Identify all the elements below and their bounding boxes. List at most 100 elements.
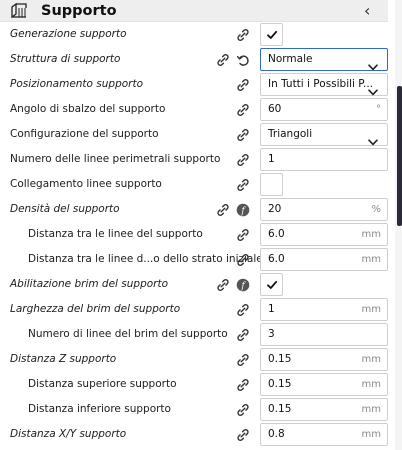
chevron-down-icon [368, 56, 378, 71]
setting-label: Distanza superiore supporto [28, 378, 177, 390]
setting-row: Distanza inferiore supporto 0.15 mm [0, 397, 392, 422]
setting-unit: mm [361, 354, 381, 365]
setting-checkbox[interactable] [260, 173, 283, 196]
setting-value: 1 [268, 153, 275, 165]
setting-dropdown[interactable]: In Tutti i Possibili P... [260, 73, 388, 96]
link-icon[interactable] [236, 252, 250, 266]
setting-row: Abilitazione brim del supporto f [0, 272, 392, 297]
setting-number-field[interactable]: 3 [260, 323, 388, 346]
chevron-down-icon [368, 81, 378, 96]
setting-value: Triangoli [268, 128, 313, 140]
function-icon[interactable]: f [236, 202, 250, 216]
function-icon[interactable]: f [236, 277, 250, 291]
setting-dropdown[interactable]: Normale [260, 48, 388, 71]
setting-label: Distanza tra le linee del supporto [28, 228, 203, 240]
setting-value: 0.8 [268, 428, 285, 440]
setting-number-field[interactable]: 60 ° [260, 98, 388, 121]
link-icon[interactable] [236, 377, 250, 391]
setting-checkbox[interactable] [260, 23, 283, 46]
setting-label: Densità del supporto [10, 203, 120, 215]
setting-value: 20 [268, 203, 282, 215]
setting-number-field[interactable]: 0.15 mm [260, 348, 388, 371]
setting-unit: mm [361, 254, 381, 265]
setting-row: Angolo di sbalzo del supporto 60 ° [0, 97, 392, 122]
setting-label: Collegamento linee supporto [10, 178, 162, 190]
setting-label: Distanza X/Y supporto [10, 428, 127, 440]
setting-row: Numero delle linee perimetrali supporto 1 [0, 147, 392, 172]
setting-value: 3 [268, 328, 275, 340]
setting-label: Distanza Z supporto [10, 353, 117, 365]
setting-label: Distanza tra le linee d...o dello strato… [28, 253, 263, 265]
setting-row: Distanza X/Y supporto 0.8 mm [0, 422, 392, 447]
setting-row: Distanza Z supporto 0.15 mm [0, 347, 392, 372]
setting-number-field[interactable]: 0.15 mm [260, 373, 388, 396]
section-header[interactable]: Supporto ‹ [0, 0, 388, 22]
setting-row: Generazione supporto [0, 22, 392, 47]
reset-icon[interactable] [236, 52, 250, 66]
support-section-icon [11, 3, 27, 19]
setting-label: Larghezza del brim del supporto [10, 303, 181, 315]
link-icon[interactable] [216, 202, 230, 216]
setting-number-field[interactable]: 0.15 mm [260, 398, 388, 421]
link-icon[interactable] [236, 177, 250, 191]
link-icon[interactable] [236, 327, 250, 341]
setting-value: In Tutti i Possibili P... [268, 78, 374, 90]
setting-row: Densità del supporto f 20% [0, 197, 392, 222]
setting-row: Larghezza del brim del supporto 1 mm [0, 297, 392, 322]
setting-value: Normale [268, 53, 313, 65]
setting-value: 0.15 [268, 378, 292, 390]
setting-number-field[interactable]: 1 mm [260, 298, 388, 321]
setting-row: Posizionamento supporto In Tutti i Possib… [0, 72, 392, 97]
setting-row: Distanza tra le linee del supporto 6.0 mm [0, 222, 392, 247]
setting-number-field[interactable]: 0.8 mm [260, 423, 388, 446]
chevron-down-icon [368, 131, 378, 146]
setting-unit: mm [361, 229, 381, 240]
setting-unit: mm [361, 404, 381, 415]
setting-value: 60 [268, 103, 282, 115]
setting-row: Numero di linee del brim del supporto 3 [0, 322, 392, 347]
setting-value: 6.0 [268, 228, 285, 240]
setting-label: Numero delle linee perimetrali supporto [10, 153, 221, 165]
scrollbar-thumb[interactable] [397, 86, 402, 226]
setting-label: Generazione supporto [10, 28, 127, 40]
setting-label: Angolo di sbalzo del supporto [10, 103, 166, 115]
link-icon[interactable] [236, 77, 250, 91]
setting-dropdown[interactable]: Triangoli [260, 123, 388, 146]
setting-checkbox[interactable] [260, 273, 283, 296]
setting-label: Configurazione del supporto [10, 128, 159, 140]
setting-row: Distanza superiore supporto 0.15 mm [0, 372, 392, 397]
collapse-chevron-icon[interactable]: ‹ [364, 1, 378, 21]
setting-unit: mm [361, 379, 381, 390]
setting-value: 0.15 [268, 403, 292, 415]
setting-row: Collegamento linee supporto [0, 172, 392, 197]
link-icon[interactable] [236, 127, 250, 141]
setting-value: 1 [268, 303, 275, 315]
link-icon[interactable] [236, 152, 250, 166]
link-icon[interactable] [236, 102, 250, 116]
setting-number-field[interactable]: 1 [260, 148, 388, 171]
checkmark-icon [267, 280, 278, 289]
setting-value: 0.15 [268, 353, 292, 365]
link-icon[interactable] [216, 277, 230, 291]
link-icon[interactable] [236, 27, 250, 41]
link-icon[interactable] [236, 427, 250, 441]
section-title: Supporto [41, 3, 117, 19]
setting-label: Numero di linee del brim del supporto [28, 328, 228, 340]
setting-number-field[interactable]: 6.0 mm [260, 248, 388, 271]
link-icon[interactable] [216, 52, 230, 66]
setting-label: Posizionamento supporto [10, 78, 144, 90]
setting-unit: ° [376, 104, 381, 115]
setting-row: Configurazione del supporto Triangoli [0, 122, 392, 147]
setting-number-field[interactable]: 6.0 mm [260, 223, 388, 246]
link-icon[interactable] [236, 352, 250, 366]
link-icon[interactable] [236, 402, 250, 416]
setting-unit: % [371, 204, 381, 215]
link-icon[interactable] [236, 302, 250, 316]
link-icon[interactable] [236, 227, 250, 241]
setting-label: Struttura di supporto [10, 53, 121, 65]
checkmark-icon [267, 30, 278, 39]
setting-unit: mm [361, 304, 381, 315]
setting-unit: mm [361, 429, 381, 440]
setting-value: 6.0 [268, 253, 285, 265]
setting-number-field[interactable]: 20% [260, 198, 388, 221]
